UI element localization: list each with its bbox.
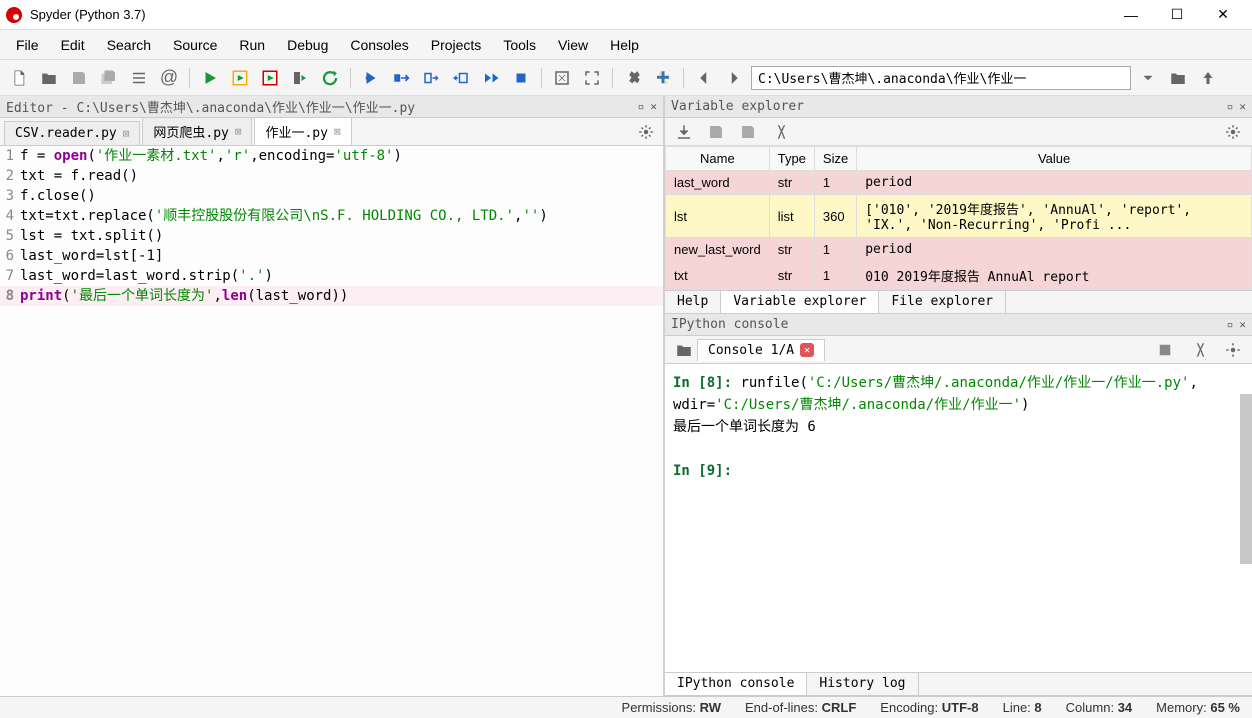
var-undock-icon[interactable]: ▫ [1227,100,1234,113]
console-options-button[interactable] [1220,337,1246,363]
remove-var-button[interactable] [767,119,793,145]
var-subtab[interactable]: File explorer [879,291,1006,313]
debug-continue-button[interactable] [478,65,504,91]
menubar: FileEditSearchSourceRunDebugConsolesProj… [0,30,1252,60]
console-browse-button[interactable] [671,337,697,363]
editor-tab[interactable]: CSV.reader.py⊠ [4,121,140,145]
console-undock-icon[interactable]: ▫ [1227,318,1234,331]
var-sub-tabs: HelpVariable explorerFile explorer [665,290,1252,314]
import-data-button[interactable] [671,119,697,145]
run-cell-advance-button[interactable] [257,65,283,91]
editor-tab[interactable]: 作业一.py⊠ [254,117,351,145]
var-close-icon[interactable]: ✕ [1239,100,1246,113]
var-row[interactable]: lstlist360['010', '2019年度报告', 'AnnuAl', … [666,195,1252,238]
menu-debug[interactable]: Debug [277,33,338,57]
menu-help[interactable]: Help [600,33,649,57]
console-pane-title: IPython console ▫✕ [665,314,1252,336]
fullscreen-button[interactable] [579,65,605,91]
console-stop-button[interactable] [1152,337,1178,363]
console-close-icon[interactable]: ✕ [1239,318,1246,331]
browse-dir-button[interactable] [1165,65,1191,91]
at-button[interactable]: @ [156,65,182,91]
python-path-button[interactable] [650,65,676,91]
var-row[interactable]: last_wordstr1period [666,171,1252,195]
variable-table[interactable]: NameTypeSizeValue last_wordstr1periodlst… [665,146,1252,290]
editor-undock-icon[interactable]: ▫ [638,100,645,113]
run-button[interactable] [197,65,223,91]
console-tab-close-icon[interactable]: ✕ [800,343,814,357]
var-row[interactable]: txtstr1010 2019年度报告 AnnuAl report [666,262,1252,290]
run-cell-button[interactable] [227,65,253,91]
console-subtab[interactable]: IPython console [665,673,807,695]
toolbar: @ C:\Users\曹杰坤\.anaconda\作业\作业一 [0,60,1252,96]
menu-edit[interactable]: Edit [51,33,95,57]
forward-button[interactable] [721,65,747,91]
menu-view[interactable]: View [548,33,598,57]
editor-pane-title: Editor - C:\Users\曹杰坤\.anaconda\作业\作业一\作… [0,96,663,118]
editor-tab[interactable]: 网页爬虫.py⊠ [142,117,252,145]
var-row[interactable]: new_last_wordstr1period [666,238,1252,262]
editor-options-button[interactable] [633,119,659,145]
save-all-button[interactable] [96,65,122,91]
maximize-button[interactable]: ☐ [1154,0,1200,30]
working-dir-input[interactable]: C:\Users\曹杰坤\.anaconda\作业\作业一 [751,66,1131,90]
tab-close-icon[interactable]: ⊠ [123,127,130,140]
console-sub-tabs: IPython consoleHistory log [665,672,1252,696]
menu-source[interactable]: Source [163,33,227,57]
menu-projects[interactable]: Projects [421,33,492,57]
menu-run[interactable]: Run [229,33,275,57]
window-title: Spyder (Python 3.7) [30,7,146,22]
debug-step-out-button[interactable] [448,65,474,91]
save-data-button[interactable] [703,119,729,145]
save-data-as-button[interactable] [735,119,761,145]
titlebar: Spyder (Python 3.7) — ☐ ✕ [0,0,1252,30]
rerun-button[interactable] [317,65,343,91]
console-clear-button[interactable] [1186,337,1212,363]
code-editor[interactable]: 1f = open('作业一素材.txt','r',encoding='utf-… [0,146,663,696]
console-subtab[interactable]: History log [807,673,918,695]
back-button[interactable] [691,65,717,91]
var-options-button[interactable] [1220,119,1246,145]
editor-close-icon[interactable]: ✕ [650,100,657,113]
maximize-pane-button[interactable] [549,65,575,91]
parent-dir-button[interactable] [1195,65,1221,91]
editor-tabs: CSV.reader.py⊠网页爬虫.py⊠作业一.py⊠ [0,118,663,146]
tab-close-icon[interactable]: ⊠ [334,125,341,138]
debug-step-button[interactable] [388,65,414,91]
debug-button[interactable] [358,65,384,91]
console-output[interactable]: In [8]: runfile('C:/Users/曹杰坤/.anaconda/… [665,364,1252,672]
preferences-button[interactable] [620,65,646,91]
var-explorer-title: Variable explorer ▫✕ [665,96,1252,118]
var-subtab[interactable]: Help [665,291,721,313]
path-dropdown-button[interactable] [1135,65,1161,91]
run-selection-button[interactable] [287,65,313,91]
debug-step-in-button[interactable] [418,65,444,91]
spyder-logo-icon [6,7,22,23]
var-subtab[interactable]: Variable explorer [721,291,879,313]
statusbar: Permissions: RW End-of-lines: CRLF Encod… [0,696,1252,718]
tab-close-icon[interactable]: ⊠ [235,125,242,138]
minimize-button[interactable]: — [1108,0,1154,30]
debug-stop-button[interactable] [508,65,534,91]
outline-button[interactable] [126,65,152,91]
close-button[interactable]: ✕ [1200,0,1246,30]
menu-tools[interactable]: Tools [493,33,546,57]
menu-consoles[interactable]: Consoles [340,33,418,57]
console-tab[interactable]: Console 1/A✕ [697,339,825,361]
open-file-button[interactable] [36,65,62,91]
menu-file[interactable]: File [6,33,49,57]
menu-search[interactable]: Search [97,33,161,57]
new-file-button[interactable] [6,65,32,91]
save-button[interactable] [66,65,92,91]
